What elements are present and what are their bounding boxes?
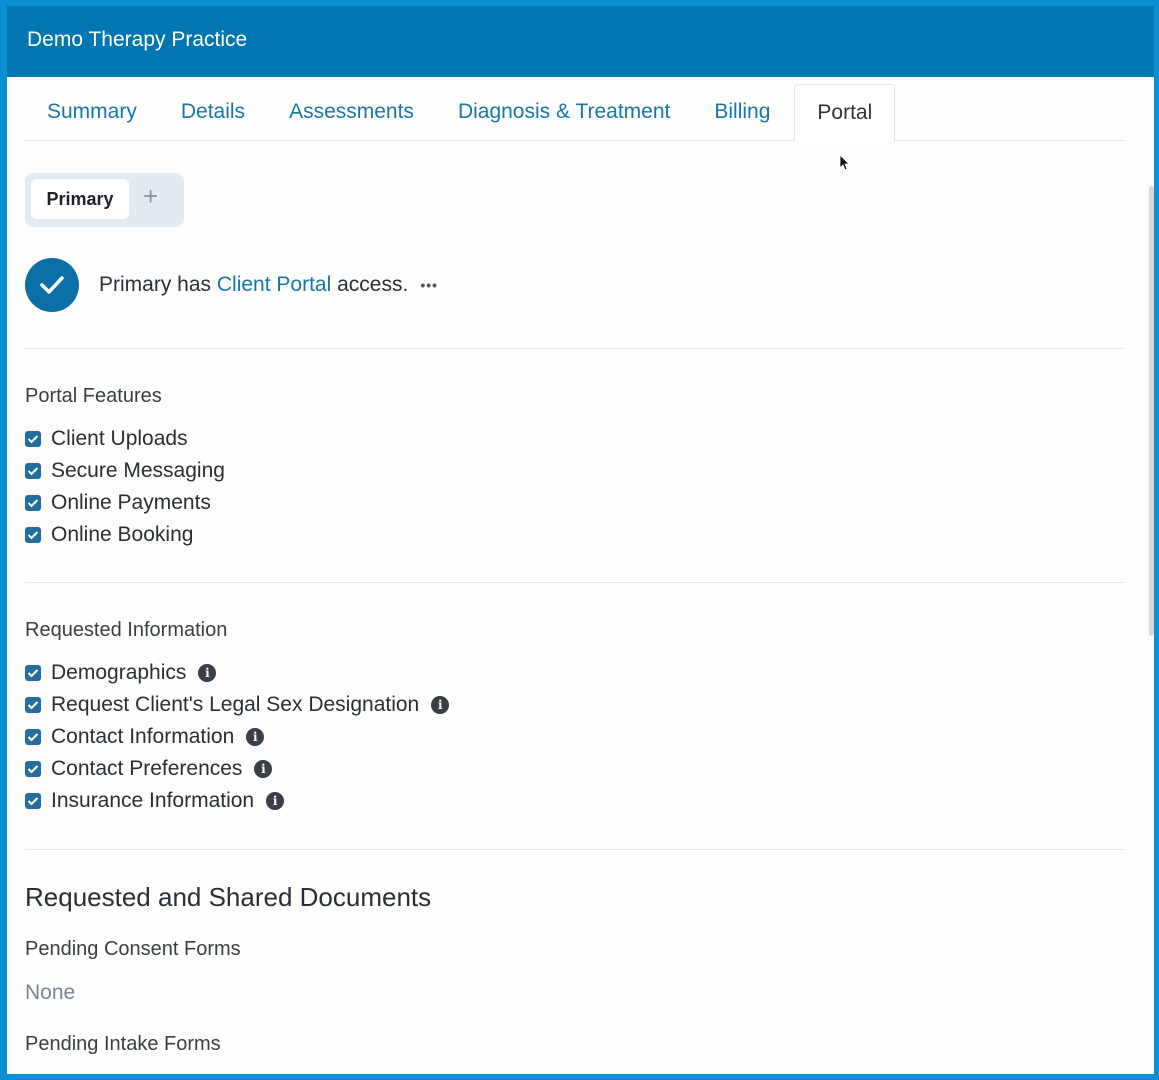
access-text: Primary has Client Portal access. xyxy=(99,273,408,297)
portal-access-status: Primary has Client Portal access. ••• xyxy=(25,258,438,312)
add-client-button[interactable]: + xyxy=(143,181,158,212)
checkbox-checked-icon[interactable] xyxy=(25,697,41,713)
more-options-icon[interactable]: ••• xyxy=(420,277,438,293)
client-switcher: Primary + xyxy=(25,173,184,227)
info-demographics[interactable]: Demographics i xyxy=(25,657,449,689)
info-contact-preferences[interactable]: Contact Preferences i xyxy=(25,753,449,785)
tab-summary[interactable]: Summary xyxy=(25,84,159,140)
check-circle-icon xyxy=(25,258,79,312)
feature-label: Client Uploads xyxy=(51,427,188,451)
checkbox-checked-icon[interactable] xyxy=(25,527,41,543)
checkbox-checked-icon[interactable] xyxy=(25,495,41,511)
info-insurance[interactable]: Insurance Information i xyxy=(25,785,449,817)
mouse-cursor-icon xyxy=(840,155,850,176)
checkbox-checked-icon[interactable] xyxy=(25,431,41,447)
feature-client-uploads[interactable]: Client Uploads xyxy=(25,423,225,455)
info-icon[interactable]: i xyxy=(246,728,264,746)
info-icon[interactable]: i xyxy=(431,696,449,714)
info-icon[interactable]: i xyxy=(266,792,284,810)
access-prefix: Primary has xyxy=(99,273,211,296)
info-label: Contact Preferences xyxy=(51,757,242,781)
info-icon[interactable]: i xyxy=(198,664,216,682)
tab-billing[interactable]: Billing xyxy=(692,84,792,140)
divider xyxy=(25,582,1124,583)
feature-online-booking[interactable]: Online Booking xyxy=(25,519,225,551)
tab-bar: Summary Details Assessments Diagnosis & … xyxy=(25,84,1124,141)
tab-assessments[interactable]: Assessments xyxy=(267,84,436,140)
app-window: Demo Therapy Practice Summary Details As… xyxy=(7,6,1154,1074)
info-label: Demographics xyxy=(51,661,186,685)
checkbox-checked-icon[interactable] xyxy=(25,729,41,745)
info-label: Contact Information xyxy=(51,725,234,749)
feature-label: Online Payments xyxy=(51,491,211,515)
portal-features-list: Client Uploads Secure Messaging Online P… xyxy=(25,423,225,551)
feature-label: Online Booking xyxy=(51,523,193,547)
tab-details[interactable]: Details xyxy=(159,84,267,140)
info-contact-information[interactable]: Contact Information i xyxy=(25,721,449,753)
divider xyxy=(25,348,1124,349)
tab-portal[interactable]: Portal xyxy=(794,84,895,142)
feature-label: Secure Messaging xyxy=(51,459,225,483)
checkbox-checked-icon[interactable] xyxy=(25,463,41,479)
documents-title: Requested and Shared Documents xyxy=(25,882,431,913)
pending-intake-label: Pending Intake Forms xyxy=(25,1033,221,1056)
portal-features-title: Portal Features xyxy=(25,385,162,408)
tab-diagnosis-treatment[interactable]: Diagnosis & Treatment xyxy=(436,84,692,140)
feature-online-payments[interactable]: Online Payments xyxy=(25,487,225,519)
info-label: Insurance Information xyxy=(51,789,254,813)
checkbox-checked-icon[interactable] xyxy=(25,761,41,777)
pending-consent-value: None xyxy=(25,981,75,1005)
scrollbar[interactable] xyxy=(1149,186,1154,636)
pending-consent-label: Pending Consent Forms xyxy=(25,938,241,961)
info-legal-sex[interactable]: Request Client's Legal Sex Designation i xyxy=(25,689,449,721)
checkbox-checked-icon[interactable] xyxy=(25,665,41,681)
access-suffix: access. xyxy=(337,273,408,296)
client-portal-link[interactable]: Client Portal xyxy=(217,273,331,296)
divider xyxy=(25,849,1124,850)
checkbox-checked-icon[interactable] xyxy=(25,793,41,809)
info-label: Request Client's Legal Sex Designation xyxy=(51,693,419,717)
info-icon[interactable]: i xyxy=(254,760,272,778)
requested-info-title: Requested Information xyxy=(25,619,227,642)
practice-header: Demo Therapy Practice xyxy=(7,6,1154,77)
feature-secure-messaging[interactable]: Secure Messaging xyxy=(25,455,225,487)
primary-client-button[interactable]: Primary xyxy=(31,179,129,219)
requested-info-list: Demographics i Request Client's Legal Sex… xyxy=(25,657,449,817)
